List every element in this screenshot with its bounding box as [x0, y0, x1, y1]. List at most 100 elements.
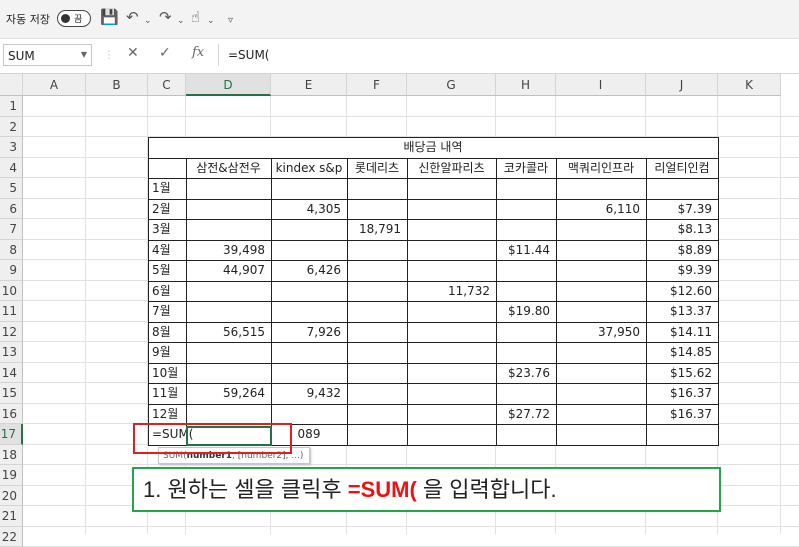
table-cell[interactable]: 7,926	[271, 322, 347, 343]
table-cell[interactable]: $16.37	[646, 383, 718, 404]
enter-icon[interactable]: ✓	[159, 45, 171, 61]
table-cell[interactable]	[186, 363, 271, 384]
column-label[interactable]: 맥쿼리인프라	[556, 158, 646, 179]
row-header-5[interactable]: 5	[0, 178, 23, 199]
table-cell[interactable]	[347, 342, 407, 363]
table-cell[interactable]	[407, 342, 496, 363]
table-cell[interactable]	[347, 260, 407, 281]
table-cell[interactable]: $8.13	[646, 219, 718, 240]
row-header-11[interactable]: 11	[0, 301, 23, 322]
table-cell[interactable]	[556, 240, 646, 261]
customize-toolbar-icon[interactable]: ▿	[228, 12, 233, 29]
month-label[interactable]: 2월	[148, 199, 186, 220]
column-label[interactable]: 삼전&삼전우	[186, 158, 271, 179]
month-label[interactable]: 4월	[148, 240, 186, 261]
table-cell[interactable]: 56,515	[186, 322, 271, 343]
table-cell[interactable]: 9,432	[271, 383, 347, 404]
month-label[interactable]: 1월	[148, 178, 186, 199]
row-header-20[interactable]: 20	[0, 486, 23, 507]
table-title[interactable]: 배당금 내역	[148, 137, 718, 158]
table-cell[interactable]	[271, 404, 347, 425]
table-cell[interactable]: $15.62	[646, 363, 718, 384]
table-cell[interactable]: 39,498	[186, 240, 271, 261]
month-label[interactable]: 6월	[148, 281, 186, 302]
row-header-15[interactable]: 15	[0, 383, 23, 404]
table-cell[interactable]	[407, 322, 496, 343]
column-label[interactable]: 리얼티인컴	[646, 158, 718, 179]
row-header-6[interactable]: 6	[0, 199, 23, 220]
table-cell[interactable]	[347, 178, 407, 199]
table-cell[interactable]	[347, 404, 407, 425]
row-header-18[interactable]: 18	[0, 445, 23, 466]
table-cell[interactable]: $16.37	[646, 404, 718, 425]
table-cell[interactable]: 37,950	[556, 322, 646, 343]
table-cell[interactable]	[271, 363, 347, 384]
table-cell[interactable]	[556, 404, 646, 425]
cancel-icon[interactable]: ✕	[127, 45, 139, 61]
table-cell[interactable]	[347, 301, 407, 322]
table-cell[interactable]	[496, 322, 556, 343]
table-cell[interactable]: $14.85	[646, 342, 718, 363]
table-cell[interactable]	[347, 240, 407, 261]
table-cell[interactable]	[556, 260, 646, 281]
month-label[interactable]: 8월	[148, 322, 186, 343]
table-cell[interactable]: $23.76	[496, 363, 556, 384]
chevron-down-icon[interactable]: ▼	[81, 50, 87, 59]
row-header-22[interactable]: 22	[0, 527, 23, 547]
table-cell[interactable]	[347, 363, 407, 384]
column-header-e[interactable]: E	[271, 74, 347, 96]
row-header-7[interactable]: 7	[0, 219, 23, 240]
row-header-14[interactable]: 14	[0, 363, 23, 384]
table-cell[interactable]	[556, 281, 646, 302]
month-label[interactable]: 7월	[148, 301, 186, 322]
month-label[interactable]: 5월	[148, 260, 186, 281]
table-cell[interactable]: $13.37	[646, 301, 718, 322]
column-header-i[interactable]: I	[556, 74, 646, 96]
table-cell[interactable]	[271, 219, 347, 240]
table-cell[interactable]	[556, 301, 646, 322]
table-cell[interactable]	[271, 281, 347, 302]
row-header-3[interactable]: 3	[0, 137, 23, 158]
table-cell[interactable]: $7.39	[646, 199, 718, 220]
table-cell[interactable]	[407, 178, 496, 199]
autosave-toggle[interactable]: 끔	[57, 10, 91, 27]
table-cell[interactable]	[496, 342, 556, 363]
row-header-13[interactable]: 13	[0, 342, 23, 363]
table-cell[interactable]: 11,732	[407, 281, 496, 302]
table-cell[interactable]	[407, 383, 496, 404]
redo-icon[interactable]: ↷	[159, 9, 172, 26]
column-header-d[interactable]: D	[186, 74, 271, 96]
redo-dropdown-icon[interactable]: ⌄	[177, 13, 185, 30]
row-header-12[interactable]: 12	[0, 322, 23, 343]
table-cell[interactable]	[496, 219, 556, 240]
table-cell[interactable]	[271, 301, 347, 322]
table-cell[interactable]: $9.39	[646, 260, 718, 281]
table-cell[interactable]: 6,426	[271, 260, 347, 281]
table-cell[interactable]	[186, 199, 271, 220]
table-cell[interactable]	[407, 404, 496, 425]
table-cell[interactable]	[347, 322, 407, 343]
table-cell[interactable]	[407, 260, 496, 281]
table-cell[interactable]: 4,305	[271, 199, 347, 220]
column-header-h[interactable]: H	[496, 74, 556, 96]
column-header-a[interactable]: A	[23, 74, 86, 96]
touch-mode-icon[interactable]: ☝	[191, 9, 200, 26]
table-cell[interactable]	[186, 404, 271, 425]
table-cell[interactable]	[347, 281, 407, 302]
month-label[interactable]: 3월	[148, 219, 186, 240]
table-cell[interactable]	[186, 342, 271, 363]
table-cell[interactable]	[347, 199, 407, 220]
row-header-1[interactable]: 1	[0, 96, 23, 117]
table-cell[interactable]	[496, 383, 556, 404]
row-header-17[interactable]: 17	[0, 424, 23, 445]
table-cell[interactable]: $12.60	[646, 281, 718, 302]
table-cell[interactable]	[556, 363, 646, 384]
row-header-21[interactable]: 21	[0, 506, 23, 527]
name-box[interactable]: SUM ▼	[3, 44, 92, 66]
table-cell[interactable]	[556, 342, 646, 363]
month-label[interactable]: 11월	[148, 383, 186, 404]
column-label[interactable]: 롯데리츠	[347, 158, 407, 179]
touch-dropdown-icon[interactable]: ⌄	[207, 13, 215, 30]
row-header-19[interactable]: 19	[0, 465, 23, 486]
table-cell[interactable]	[496, 199, 556, 220]
